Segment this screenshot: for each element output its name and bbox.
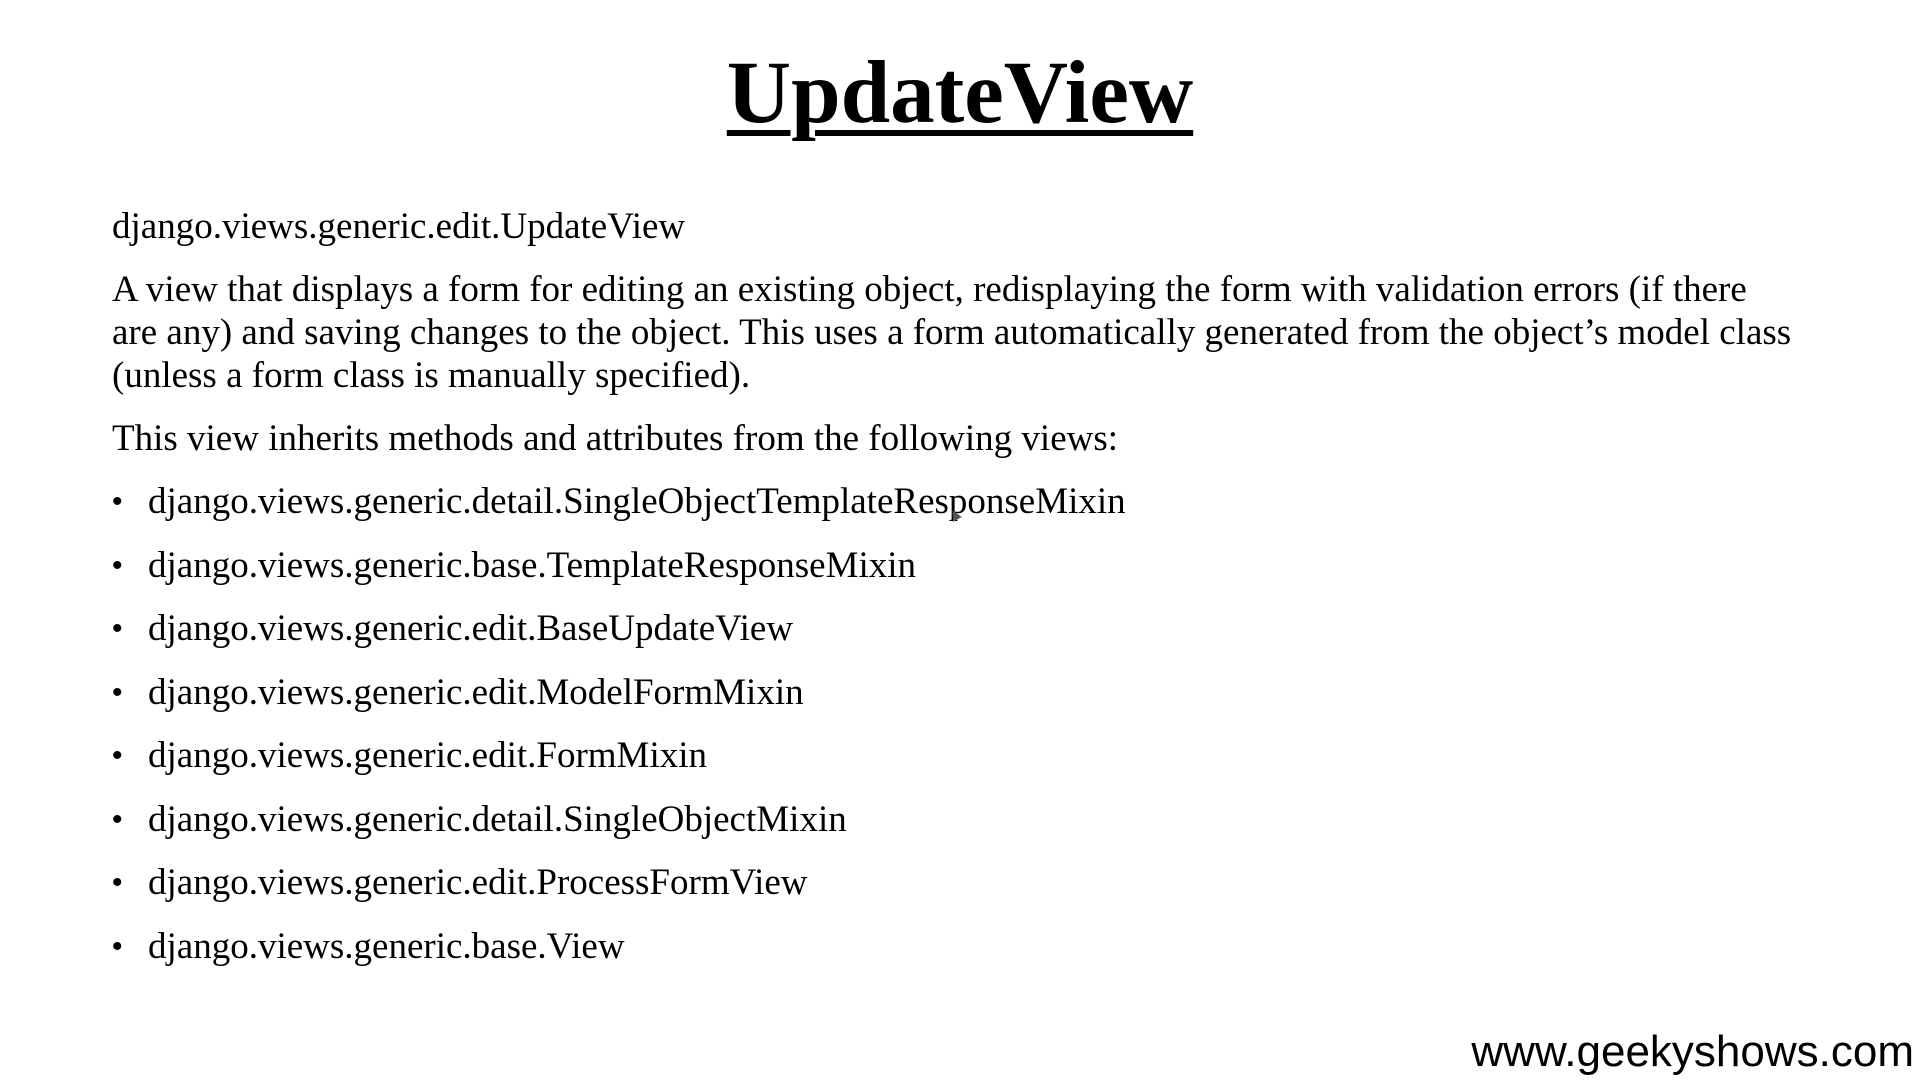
bullet-icon: • — [112, 485, 123, 518]
bullet-icon: • — [112, 739, 123, 772]
bullet-icon: • — [112, 675, 123, 709]
list-item-text: django.views.generic.detail.SingleObject… — [148, 481, 1126, 522]
list-item-text: django.views.generic.detail.SingleObject… — [148, 798, 847, 840]
inherit-intro: This view inherits methods and attribute… — [112, 418, 1119, 459]
list-item: • django.views.generic.base.View — [112, 925, 1792, 989]
list-item: • django.views.generic.edit.BaseUpdateVie… — [112, 607, 1792, 671]
watermark-text: www.geekyshows.com — [1471, 1027, 1914, 1076]
module-path: django.views.generic.edit.UpdateView — [112, 206, 686, 247]
slide-title: UpdateView — [726, 44, 1194, 142]
list-item: • django.views.generic.edit.ProcessFormVi… — [112, 861, 1792, 925]
list-item-text: django.views.generic.edit.ModelFormMixin — [148, 671, 804, 713]
description-paragraph: A view that displays a form for editing … — [112, 269, 1792, 396]
slide-content: django.views.generic.edit.UpdateView A v… — [112, 205, 1792, 988]
list-item-text: django.views.generic.base.View — [148, 925, 625, 967]
bullet-icon: • — [112, 866, 123, 899]
list-item: • django.views.generic.edit.ModelFormMixi… — [112, 671, 1792, 735]
list-item: • django.views.generic.detail.SingleObjec… — [112, 798, 1792, 862]
bullet-icon: • — [112, 802, 123, 836]
list-item-text: django.views.generic.base.TemplateRespon… — [148, 544, 917, 586]
bullet-icon: • — [112, 929, 123, 963]
list-item-text: django.views.generic.edit.BaseUpdateView — [148, 608, 794, 649]
base-class-list: • django.views.generic.detail.SingleObjec… — [112, 480, 1792, 988]
bullet-icon: • — [112, 612, 123, 645]
bullet-icon: • — [112, 548, 123, 582]
list-item: • django.views.generic.base.TemplateRespo… — [112, 544, 1792, 608]
list-item: • django.views.generic.edit.FormMixin — [112, 734, 1792, 798]
list-item-text: django.views.generic.edit.FormMixin — [148, 735, 708, 776]
list-item-text: django.views.generic.edit.ProcessFormVie… — [148, 862, 808, 903]
